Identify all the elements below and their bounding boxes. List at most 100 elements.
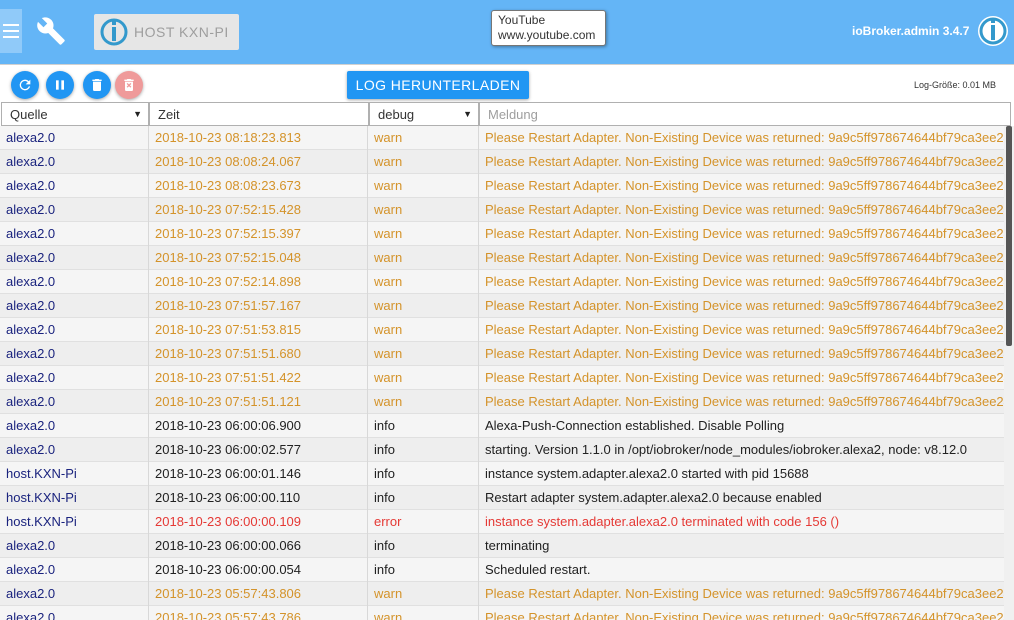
log-row: alexa2.0 2018-10-23 07:52:15.048 warn Pleas… <box>0 246 1004 270</box>
log-row: alexa2.0 2018-10-23 06:00:00.066 info termi… <box>0 534 1004 558</box>
source-filter-label: Quelle <box>10 107 48 122</box>
log-time: 2018-10-23 07:51:51.121 <box>149 390 368 414</box>
clear-log-button[interactable] <box>83 71 111 99</box>
source-filter[interactable]: Quelle ▼ <box>1 102 149 126</box>
log-time: 2018-10-23 06:00:00.054 <box>149 558 368 582</box>
log-table-header: Quelle ▼ Zeit debug ▼ Meldung <box>0 102 1014 126</box>
host-selector[interactable]: HOST KXN-PI <box>94 14 239 50</box>
log-message: Please Restart Adapter. Non-Existing Dev… <box>485 274 1004 289</box>
log-time: 2018-10-23 05:57:43.806 <box>149 582 368 606</box>
log-source: alexa2.0 <box>0 198 149 222</box>
log-table-body: alexa2.0 2018-10-23 08:18:23.813 warn Pleas… <box>0 126 1004 620</box>
log-time: 2018-10-23 08:18:23.813 <box>149 126 368 150</box>
log-message: Please Restart Adapter. Non-Existing Dev… <box>485 250 1004 265</box>
level-filter[interactable]: debug ▼ <box>369 102 479 126</box>
log-source: alexa2.0 <box>0 534 149 558</box>
refresh-button[interactable] <box>11 71 39 99</box>
log-time: 2018-10-23 05:57:43.786 <box>149 606 368 620</box>
log-time: 2018-10-23 07:51:57.167 <box>149 294 368 318</box>
log-row: alexa2.0 2018-10-23 05:57:43.806 warn Pleas… <box>0 582 1004 606</box>
log-message: Please Restart Adapter. Non-Existing Dev… <box>485 178 1004 193</box>
log-level: info <box>368 414 479 438</box>
pause-icon <box>56 80 64 90</box>
log-message: Please Restart Adapter. Non-Existing Dev… <box>485 394 1004 409</box>
log-source: alexa2.0 <box>0 558 149 582</box>
log-message: Please Restart Adapter. Non-Existing Dev… <box>485 322 1004 337</box>
log-time: 2018-10-23 07:51:51.422 <box>149 366 368 390</box>
log-source: alexa2.0 <box>0 246 149 270</box>
log-level: error <box>368 510 479 534</box>
log-size-label: Log-Größe: 0.01 MB <box>914 80 997 90</box>
log-message: instance system.adapter.alexa2.0 started… <box>485 466 809 481</box>
log-time: 2018-10-23 06:00:00.066 <box>149 534 368 558</box>
tooltip-title: YouTube <box>498 13 546 27</box>
log-message: instance system.adapter.alexa2.0 termina… <box>485 514 840 529</box>
log-source: alexa2.0 <box>0 342 149 366</box>
host-label: HOST KXN-PI <box>134 24 229 40</box>
log-level: info <box>368 486 479 510</box>
log-message: Please Restart Adapter. Non-Existing Dev… <box>485 610 1004 620</box>
log-message: Please Restart Adapter. Non-Existing Dev… <box>485 346 1004 361</box>
trash-icon <box>92 79 102 91</box>
log-row: host.KXN-Pi 2018-10-23 06:00:01.146 info in… <box>0 462 1004 486</box>
log-level: warn <box>368 198 479 222</box>
log-source: alexa2.0 <box>0 174 149 198</box>
log-level: warn <box>368 246 479 270</box>
log-source: alexa2.0 <box>0 318 149 342</box>
scrollbar-thumb[interactable] <box>1006 126 1012 346</box>
time-filter-label: Zeit <box>158 107 180 122</box>
pause-button[interactable] <box>46 71 74 99</box>
menu-icon <box>3 24 19 26</box>
log-time: 2018-10-23 06:00:06.900 <box>149 414 368 438</box>
log-time: 2018-10-23 06:00:02.577 <box>149 438 368 462</box>
log-source: alexa2.0 <box>0 126 149 150</box>
log-message: terminating <box>485 538 550 553</box>
log-time: 2018-10-23 07:52:14.898 <box>149 270 368 294</box>
app-header: HOST KXN-PI YouTube www.youtube.com ioBr… <box>0 0 1014 64</box>
log-level: info <box>368 534 479 558</box>
log-time: 2018-10-23 07:51:51.680 <box>149 342 368 366</box>
log-source: alexa2.0 <box>0 390 149 414</box>
log-time: 2018-10-23 07:52:15.048 <box>149 246 368 270</box>
log-row: alexa2.0 2018-10-23 07:51:53.815 warn Pleas… <box>0 318 1004 342</box>
log-time: 2018-10-23 06:00:00.109 <box>149 510 368 534</box>
wrench-icon[interactable] <box>36 16 66 46</box>
log-source: alexa2.0 <box>0 366 149 390</box>
dropdown-arrow-icon: ▼ <box>463 109 472 119</box>
log-source: host.KXN-Pi <box>0 486 149 510</box>
dropdown-arrow-icon: ▼ <box>133 109 142 119</box>
log-row: alexa2.0 2018-10-23 08:18:23.813 warn Pleas… <box>0 126 1004 150</box>
iobroker-logo-icon <box>100 18 128 46</box>
log-row: host.KXN-Pi 2018-10-23 06:00:00.110 info Re… <box>0 486 1004 510</box>
time-filter[interactable]: Zeit <box>149 102 369 126</box>
delete-log-button[interactable] <box>115 71 143 99</box>
delete-forever-icon <box>124 79 134 91</box>
log-message: Please Restart Adapter. Non-Existing Dev… <box>485 298 1004 313</box>
log-level: warn <box>368 606 479 620</box>
log-source: host.KXN-Pi <box>0 510 149 534</box>
log-scrollbar[interactable] <box>1004 126 1014 620</box>
log-message: Scheduled restart. <box>485 562 591 577</box>
log-source: alexa2.0 <box>0 150 149 174</box>
log-message: Please Restart Adapter. Non-Existing Dev… <box>485 202 1004 217</box>
log-level: warn <box>368 390 479 414</box>
download-log-button[interactable]: LOG HERUNTERLADEN <box>347 71 529 99</box>
message-filter[interactable]: Meldung <box>479 102 1011 126</box>
log-row: alexa2.0 2018-10-23 06:00:02.577 info start… <box>0 438 1004 462</box>
log-level: warn <box>368 222 479 246</box>
log-row: alexa2.0 2018-10-23 07:51:57.167 warn Pleas… <box>0 294 1004 318</box>
level-filter-label: debug <box>378 107 415 122</box>
log-source: alexa2.0 <box>0 294 149 318</box>
log-level: warn <box>368 150 479 174</box>
message-filter-placeholder: Meldung <box>488 107 538 122</box>
refresh-icon <box>19 79 31 91</box>
log-row: alexa2.0 2018-10-23 07:52:14.898 warn Pleas… <box>0 270 1004 294</box>
log-row: alexa2.0 2018-10-23 07:52:15.397 warn Pleas… <box>0 222 1004 246</box>
log-level: warn <box>368 270 479 294</box>
log-row: alexa2.0 2018-10-23 07:51:51.680 warn Pleas… <box>0 342 1004 366</box>
log-message: Please Restart Adapter. Non-Existing Dev… <box>485 370 1004 385</box>
log-source: alexa2.0 <box>0 438 149 462</box>
log-level: warn <box>368 582 479 606</box>
admin-version: ioBroker.admin 3.4.7 <box>852 24 970 38</box>
menu-button[interactable] <box>0 9 22 53</box>
